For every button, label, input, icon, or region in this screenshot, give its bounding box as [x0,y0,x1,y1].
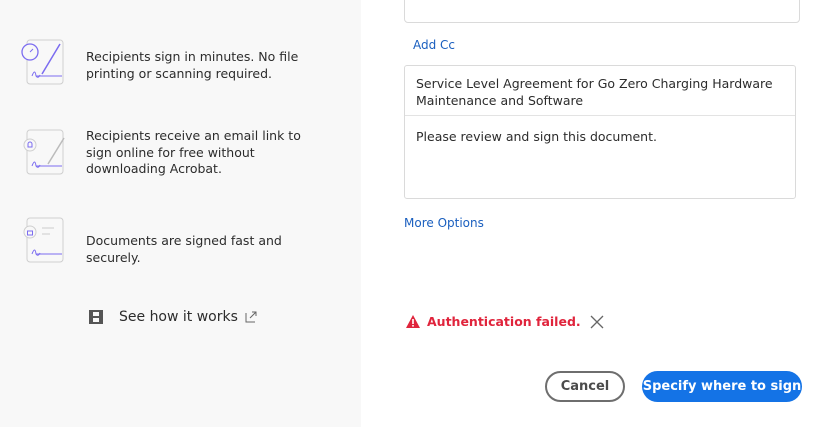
error-message: Authentication failed. [406,314,604,329]
lock-document-icon [23,217,64,263]
stopwatch-document-icon [21,39,64,85]
message-box: Service Level Agreement for Go Zero Char… [404,65,796,199]
error-text: Authentication failed. [427,314,581,329]
film-icon [89,310,103,324]
feature-item: Recipients receive an email link to sign… [18,128,301,178]
feature-item: Recipients sign in minutes. No file prin… [18,38,298,88]
see-how-label: See how it works [119,309,238,325]
message-input[interactable]: Please review and sign this document. [405,116,795,157]
feature-item: Documents are signed fast and securely. [18,216,282,266]
send-form: Add Cc Service Level Agreement for Go Ze… [361,0,827,427]
specify-where-to-sign-button[interactable]: Specify where to sign [642,371,802,402]
add-cc-link[interactable]: Add Cc [413,38,455,52]
feature-text: Recipients sign in minutes. No file prin… [86,49,299,81]
warning-icon [406,315,420,328]
recipient-input[interactable] [404,0,800,23]
bell-document-icon [23,129,65,175]
cancel-button[interactable]: Cancel [545,371,625,402]
feature-text: Documents are signed fast and securely. [86,233,282,265]
subject-input[interactable]: Service Level Agreement for Go Zero Char… [405,66,795,116]
more-options-link[interactable]: More Options [404,216,484,230]
feature-text: Recipients receive an email link to sign… [86,128,301,176]
external-link-icon [245,311,257,323]
info-panel: Recipients sign in minutes. No file prin… [0,0,361,427]
close-icon[interactable] [590,315,604,329]
see-how-it-works-link[interactable]: See how it works [88,309,258,325]
